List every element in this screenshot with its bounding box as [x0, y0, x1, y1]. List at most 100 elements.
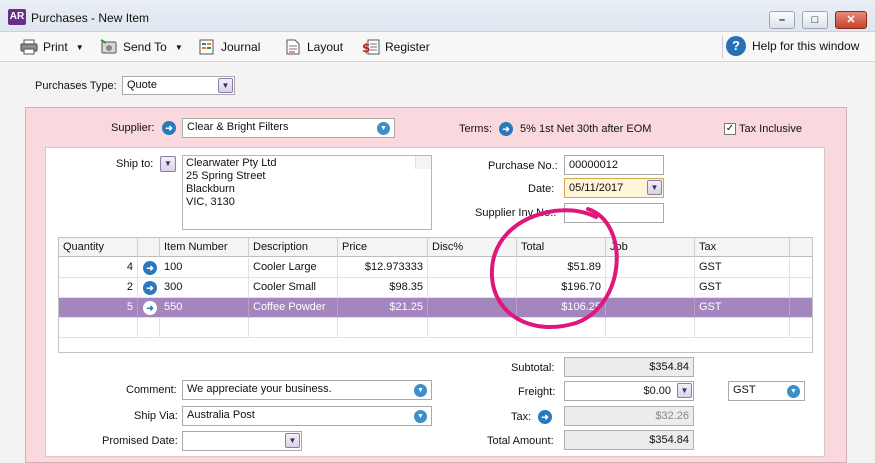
tax-code-cell[interactable] — [695, 318, 790, 338]
minimize-icon: – — [778, 14, 786, 26]
ship-via-value: Australia Post — [187, 409, 255, 421]
print-button[interactable]: Print ▼ — [20, 38, 84, 56]
highlight-annotation-circle — [489, 207, 619, 329]
freight-tax-select[interactable]: GST ▼ — [728, 381, 805, 401]
purchases-type-value: Quote — [127, 79, 157, 91]
maximize-button[interactable]: □ — [802, 11, 828, 29]
purchases-type-select[interactable]: Quote ▼ — [122, 76, 235, 95]
supplier-select[interactable]: Clear & Bright Filters ▼ — [182, 118, 395, 138]
address-scrollbar[interactable] — [415, 156, 431, 169]
ship-to-address-dropdown-icon[interactable]: ▼ — [160, 156, 176, 172]
calendar-dropdown-icon[interactable]: ▼ — [285, 433, 300, 448]
description-cell[interactable]: Cooler Large — [249, 258, 338, 278]
table-row-selected[interactable]: 5 ➜ 550 Coffee Powder $21.25 $106.25 GST — [59, 298, 812, 318]
comment-select[interactable]: We appreciate your business. ▼ — [182, 380, 432, 400]
svg-text:$: $ — [362, 41, 370, 55]
column-header-quantity[interactable]: Quantity — [59, 238, 138, 257]
supplier-label: Supplier: — [111, 122, 155, 134]
send-to-dropdown-icon[interactable]: ▼ — [175, 43, 183, 52]
freight-value: $0.00 — [643, 385, 671, 397]
freight-tax-dropdown-icon[interactable]: ▼ — [787, 385, 800, 398]
comment-value: We appreciate your business. — [187, 383, 332, 395]
freight-field[interactable]: $0.00 ▼ — [564, 381, 694, 401]
purchases-window: AR Purchases - New Item – □ ✕ Print ▼ Se… — [0, 0, 875, 463]
toolbar-divider — [722, 36, 723, 58]
freight-dropdown-icon[interactable]: ▼ — [677, 383, 692, 398]
promised-date-field[interactable]: ▼ — [182, 431, 302, 451]
purchase-no-field[interactable]: 00000012 — [564, 155, 664, 175]
item-detail-arrow-icon[interactable]: ➜ — [143, 301, 157, 315]
comment-label: Comment: — [126, 384, 177, 396]
calendar-dropdown-icon[interactable]: ▼ — [647, 180, 662, 195]
table-row[interactable]: 2 ➜ 300 Cooler Small $98.35 $196.70 GST — [59, 278, 812, 298]
item-detail-arrow-icon[interactable]: ➜ — [143, 261, 157, 275]
comment-dropdown-icon[interactable]: ▼ — [414, 384, 427, 397]
journal-icon — [198, 39, 215, 55]
terms-details-arrow-icon[interactable]: ➜ — [499, 122, 513, 136]
ship-via-select[interactable]: Australia Post ▼ — [182, 406, 432, 426]
register-button[interactable]: $ Register — [362, 38, 430, 56]
item-number-cell[interactable]: 300 — [160, 278, 249, 298]
terms-label: Terms: — [459, 123, 492, 135]
subtotal-value: $354.84 — [564, 357, 694, 377]
chevron-down-icon[interactable]: ▼ — [218, 78, 233, 93]
item-number-cell[interactable]: 100 — [160, 258, 249, 278]
item-number-cell[interactable]: 550 — [160, 298, 249, 318]
tax-code-cell[interactable]: GST — [695, 298, 790, 318]
description-cell[interactable] — [249, 318, 338, 338]
description-cell[interactable]: Coffee Powder — [249, 298, 338, 318]
ship-to-line-1: Clearwater Pty Ltd — [186, 157, 277, 169]
price-cell[interactable] — [338, 318, 428, 338]
ship-to-address-field[interactable]: Clearwater Pty Ltd 25 Spring Street Blac… — [182, 155, 432, 230]
tax-details-arrow-icon[interactable]: ➜ — [538, 410, 552, 424]
minimize-button[interactable]: – — [769, 11, 795, 29]
subtotal-label: Subtotal: — [511, 362, 555, 374]
line-items-table: Quantity Item Number Description Price D… — [58, 237, 813, 353]
freight-tax-value: GST — [733, 384, 756, 396]
ship-to-line-4: VIC, 3130 — [186, 196, 235, 208]
journal-label: Journal — [221, 40, 261, 54]
layout-button[interactable]: Layout — [284, 38, 343, 56]
purchase-no-label: Purchase No.: — [488, 160, 558, 172]
column-header-item-number[interactable]: Item Number — [160, 238, 249, 257]
price-cell[interactable]: $98.35 — [338, 278, 428, 298]
supplier-dropdown-icon[interactable]: ▼ — [377, 122, 390, 135]
description-cell[interactable]: Cooler Small — [249, 278, 338, 298]
supplier-details-arrow-icon[interactable]: ➜ — [162, 121, 176, 135]
total-amount-value: $354.84 — [564, 430, 694, 450]
quantity-cell[interactable]: 4 — [59, 258, 138, 278]
column-header-tax[interactable]: Tax — [695, 238, 790, 257]
total-amount-label: Total Amount: — [487, 435, 554, 447]
item-number-cell[interactable] — [160, 318, 249, 338]
tax-code-cell[interactable]: GST — [695, 278, 790, 298]
ship-to-line-3: Blackburn — [186, 183, 235, 195]
table-row[interactable]: 4 ➜ 100 Cooler Large $12.973333 $51.89 G… — [59, 258, 812, 278]
price-cell[interactable]: $21.25 — [338, 298, 428, 318]
price-cell[interactable]: $12.973333 — [338, 258, 428, 278]
send-to-icon — [100, 39, 117, 55]
tax-code-cell[interactable]: GST — [695, 258, 790, 278]
journal-button[interactable]: Journal — [198, 38, 260, 56]
help-button[interactable]: ? Help for this window — [726, 36, 860, 56]
item-detail-arrow-icon[interactable]: ➜ — [143, 281, 157, 295]
quantity-cell[interactable]: 2 — [59, 278, 138, 298]
column-header-description[interactable]: Description — [249, 238, 338, 257]
column-header-spacer — [790, 238, 812, 257]
ship-via-label: Ship Via: — [134, 410, 178, 422]
send-to-button[interactable]: Send To ▼ — [100, 38, 183, 56]
close-icon: ✕ — [846, 14, 856, 26]
tax-inclusive-checkbox[interactable]: ✓ — [724, 123, 736, 135]
terms-value: 5% 1st Net 30th after EOM — [520, 123, 652, 135]
table-row-empty[interactable] — [59, 318, 812, 338]
close-button[interactable]: ✕ — [835, 11, 867, 29]
print-dropdown-icon[interactable]: ▼ — [76, 43, 84, 52]
quantity-cell[interactable] — [59, 318, 138, 338]
ship-via-dropdown-icon[interactable]: ▼ — [414, 410, 427, 423]
quantity-cell[interactable]: 5 — [59, 298, 138, 318]
title-bar: AR Purchases - New Item – □ ✕ — [0, 0, 875, 32]
help-label: Help for this window — [752, 39, 860, 53]
column-header-price[interactable]: Price — [338, 238, 428, 257]
ship-to-label: Ship to: — [116, 158, 154, 170]
layout-label: Layout — [307, 40, 344, 54]
link-cell — [138, 318, 160, 338]
